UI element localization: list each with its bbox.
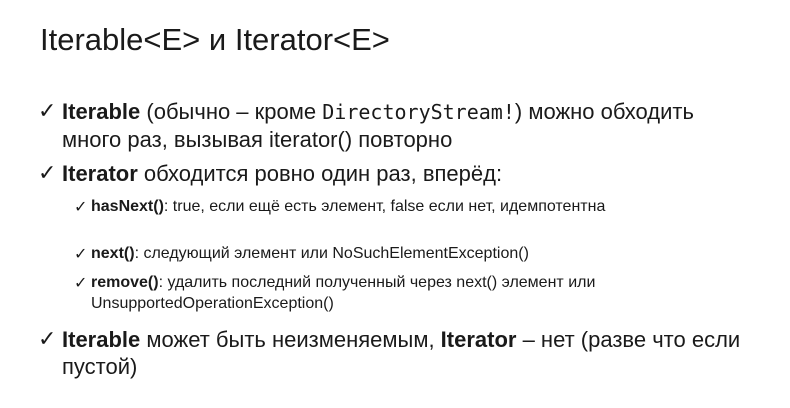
subbullet-text: next(): следующий элемент или NoSuchElem… bbox=[91, 243, 754, 264]
subbullet-text: remove(): удалить последний полученный ч… bbox=[91, 272, 754, 314]
bullet-text: Iterable (обычно – кроме DirectoryStream… bbox=[62, 98, 738, 153]
term-iterator: Iterator bbox=[62, 161, 138, 186]
checkmark-icon: ✓ bbox=[38, 99, 57, 124]
bullet-immutability: ✓ Iterable может быть неизменяемым, Iter… bbox=[38, 326, 768, 380]
method-next: next() bbox=[91, 245, 135, 262]
subbullet-next: ✓ next(): следующий элемент или NoSuchEl… bbox=[74, 243, 754, 264]
checkmark-icon: ✓ bbox=[74, 197, 88, 216]
method-remove: remove() bbox=[91, 274, 159, 291]
checkmark-icon: ✓ bbox=[74, 244, 88, 263]
slide-title: Iterable<E> и Iterator<E> bbox=[40, 22, 390, 57]
code-directorystream: DirectoryStream! bbox=[322, 100, 515, 124]
subbullet-text: hasNext(): true, если ещё есть элемент, … bbox=[91, 196, 674, 217]
checkmark-icon: ✓ bbox=[38, 161, 57, 186]
bullet-text-pre: (обычно – кроме bbox=[140, 99, 323, 124]
subbullet-text-rest: : true, если ещё есть элемент, false есл… bbox=[163, 198, 606, 215]
slide: Iterable<E> и Iterator<E> ✓ Iterable (об… bbox=[0, 0, 790, 408]
subbullet-text-rest: : удалить последний полученный через nex… bbox=[91, 274, 596, 312]
term-iterable: Iterable bbox=[62, 327, 141, 352]
subbullet-remove: ✓ remove(): удалить последний полученный… bbox=[74, 272, 754, 314]
term-iterable: Iterable bbox=[62, 99, 141, 124]
subbullet-hasnext: ✓ hasNext(): true, если ещё есть элемент… bbox=[74, 196, 674, 217]
checkmark-icon: ✓ bbox=[38, 327, 57, 352]
bullet-iterator-once: ✓ Iterator обходится ровно один раз, впе… bbox=[38, 160, 738, 187]
bullet-text: Iterator обходится ровно один раз, вперё… bbox=[62, 160, 738, 187]
checkmark-icon: ✓ bbox=[74, 273, 88, 292]
bullet-text-mid: может быть неизменяемым, bbox=[140, 327, 441, 352]
term-iterator: Iterator bbox=[440, 327, 517, 352]
bullet-text-rest: обходится ровно один раз, вперёд: bbox=[137, 161, 503, 186]
bullet-text: Iterable может быть неизменяемым, Iterat… bbox=[62, 326, 768, 380]
bullet-iterable-reuse: ✓ Iterable (обычно – кроме DirectoryStre… bbox=[38, 98, 738, 153]
subbullet-text-rest: : следующий элемент или NoSuchElementExc… bbox=[134, 245, 529, 262]
method-hasnext: hasNext() bbox=[91, 198, 164, 215]
